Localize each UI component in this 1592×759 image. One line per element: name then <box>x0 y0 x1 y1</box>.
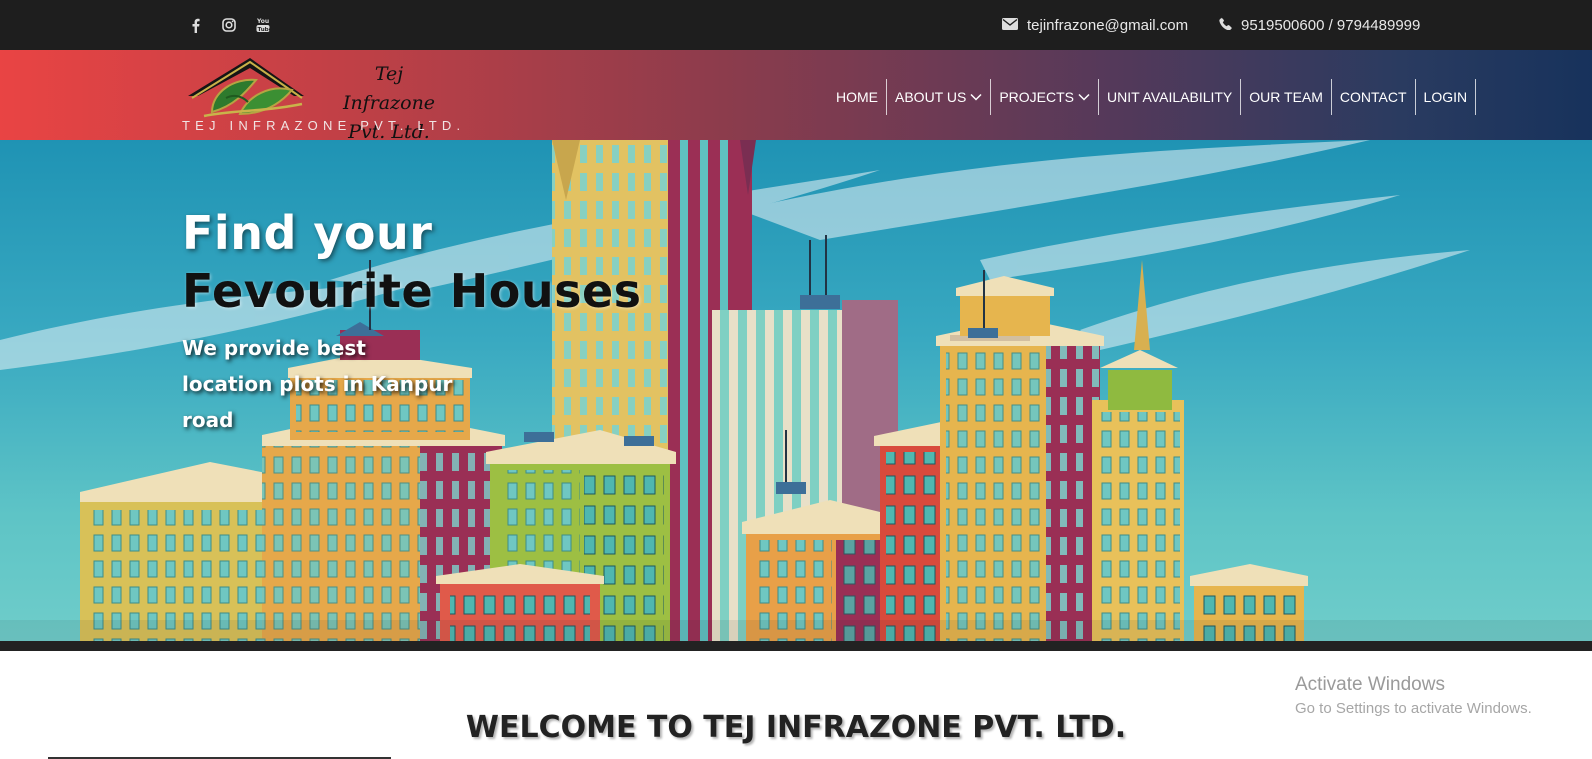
contact-email[interactable]: tejinfrazone@gmail.com <box>1002 17 1188 34</box>
hero-subtitle: We provide best location plots in Kanpur… <box>182 336 453 432</box>
hero-title-line2: Fevourite Houses <box>182 264 642 318</box>
hero-title-line1: Find your <box>182 206 433 260</box>
nav-our-team-label: OUR TEAM <box>1249 89 1323 105</box>
nav-projects[interactable]: PROJECTS <box>991 79 1099 115</box>
nav-about-us-label: ABOUT US <box>895 89 967 105</box>
nav-login-label: LOGIN <box>1423 89 1468 105</box>
nav-about-us[interactable]: ABOUT US <box>887 79 992 115</box>
chevron-down-icon <box>970 93 982 101</box>
email-text: tejinfrazone@gmail.com <box>1027 17 1189 34</box>
nav-contact-label: CONTACT <box>1339 89 1407 105</box>
activate-windows-title: Activate Windows <box>1295 674 1445 695</box>
phone-icon <box>1219 17 1232 34</box>
logo-mark <box>188 58 304 118</box>
nav-unit-availability[interactable]: UNIT AVAILABILITY <box>1099 79 1242 115</box>
logo-script: Tej Infrazone Pvt. Ltd. <box>334 60 444 147</box>
nav-unit-availability-label: UNIT AVAILABILITY <box>1107 89 1233 105</box>
nav-home-label: HOME <box>836 89 878 105</box>
hero-bottom-bar <box>0 641 1592 651</box>
svg-text:You: You <box>256 18 269 25</box>
nav-contact[interactable]: CONTACT <box>1332 79 1416 115</box>
chevron-down-icon <box>1078 93 1090 101</box>
top-bar: You Tube tejinfrazone@gmail.com 951950060… <box>0 0 1592 50</box>
hero-title: Find your Fevourite Houses <box>182 204 642 320</box>
nav-projects-label: PROJECTS <box>999 89 1074 105</box>
logo[interactable]: Tej Infrazone Pvt. Ltd. TEJ INFRAZONE PV… <box>182 54 466 143</box>
nav-home[interactable]: HOME <box>830 79 887 115</box>
contact-phone[interactable]: 9519500600 / 9794489999 <box>1219 17 1420 34</box>
logo-subtitle: TEJ INFRAZONE PVT. LTD. <box>182 118 466 133</box>
logo-script-line1: Tej Infrazone <box>342 63 436 114</box>
instagram-icon[interactable] <box>221 17 237 33</box>
social-links: You Tube <box>187 17 271 33</box>
youtube-icon[interactable]: You Tube <box>255 17 271 33</box>
hero-banner: Find your Fevourite Houses We provide be… <box>0 140 1592 641</box>
phone-text: 9519500600 / 9794489999 <box>1241 17 1421 34</box>
header: Tej Infrazone Pvt. Ltd. TEJ INFRAZONE PV… <box>0 50 1592 143</box>
nav-login[interactable]: LOGIN <box>1416 79 1477 115</box>
activate-windows-subtitle: Go to Settings to activate Windows. <box>1295 700 1532 717</box>
nav-our-team[interactable]: OUR TEAM <box>1241 79 1332 115</box>
main-nav: HOME ABOUT US PROJECTS UNIT AVAILABILITY… <box>830 79 1477 115</box>
svg-text:Tube: Tube <box>258 27 271 33</box>
envelope-icon <box>1002 17 1018 34</box>
facebook-icon[interactable] <box>187 17 203 33</box>
